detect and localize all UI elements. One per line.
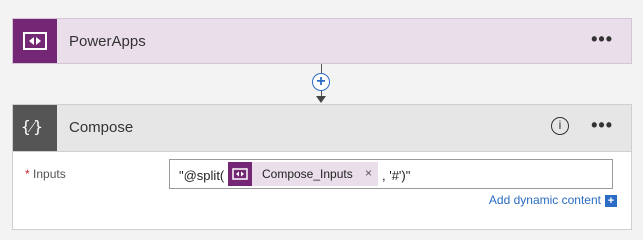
inputs-field[interactable]: "@split( Compose_Inputs × , '#')" bbox=[169, 159, 613, 189]
add-dynamic-content-button[interactable]: + bbox=[605, 195, 617, 207]
powerapps-step-card[interactable]: PowerApps ••• bbox=[12, 18, 632, 64]
expression-prefix: "@split( bbox=[179, 168, 225, 183]
compose-step-card: {⁄} Compose i ••• * Inputs "@split( Comp… bbox=[12, 104, 632, 230]
expression-suffix: , '#')" bbox=[382, 168, 411, 183]
token-label: Compose_Inputs bbox=[262, 167, 353, 181]
info-icon[interactable]: i bbox=[551, 117, 569, 135]
more-options-button[interactable]: ••• bbox=[591, 116, 613, 134]
add-dynamic-content-link[interactable]: Add dynamic content bbox=[489, 193, 601, 207]
more-options-button[interactable]: ••• bbox=[591, 30, 613, 48]
insert-step-button[interactable]: + bbox=[312, 73, 330, 91]
powerapps-icon bbox=[228, 162, 252, 186]
arrow-down-icon bbox=[316, 96, 326, 103]
powerapps-icon bbox=[13, 19, 57, 63]
braces-icon: {⁄} bbox=[13, 105, 57, 151]
compose-header[interactable]: {⁄} Compose i ••• bbox=[13, 105, 631, 152]
inputs-label: * Inputs bbox=[25, 167, 66, 181]
step-title: Compose bbox=[69, 119, 134, 136]
dynamic-content-token[interactable]: Compose_Inputs × bbox=[228, 162, 378, 186]
required-marker: * bbox=[25, 167, 30, 181]
remove-token-button[interactable]: × bbox=[365, 166, 372, 180]
step-title: PowerApps bbox=[69, 33, 146, 50]
